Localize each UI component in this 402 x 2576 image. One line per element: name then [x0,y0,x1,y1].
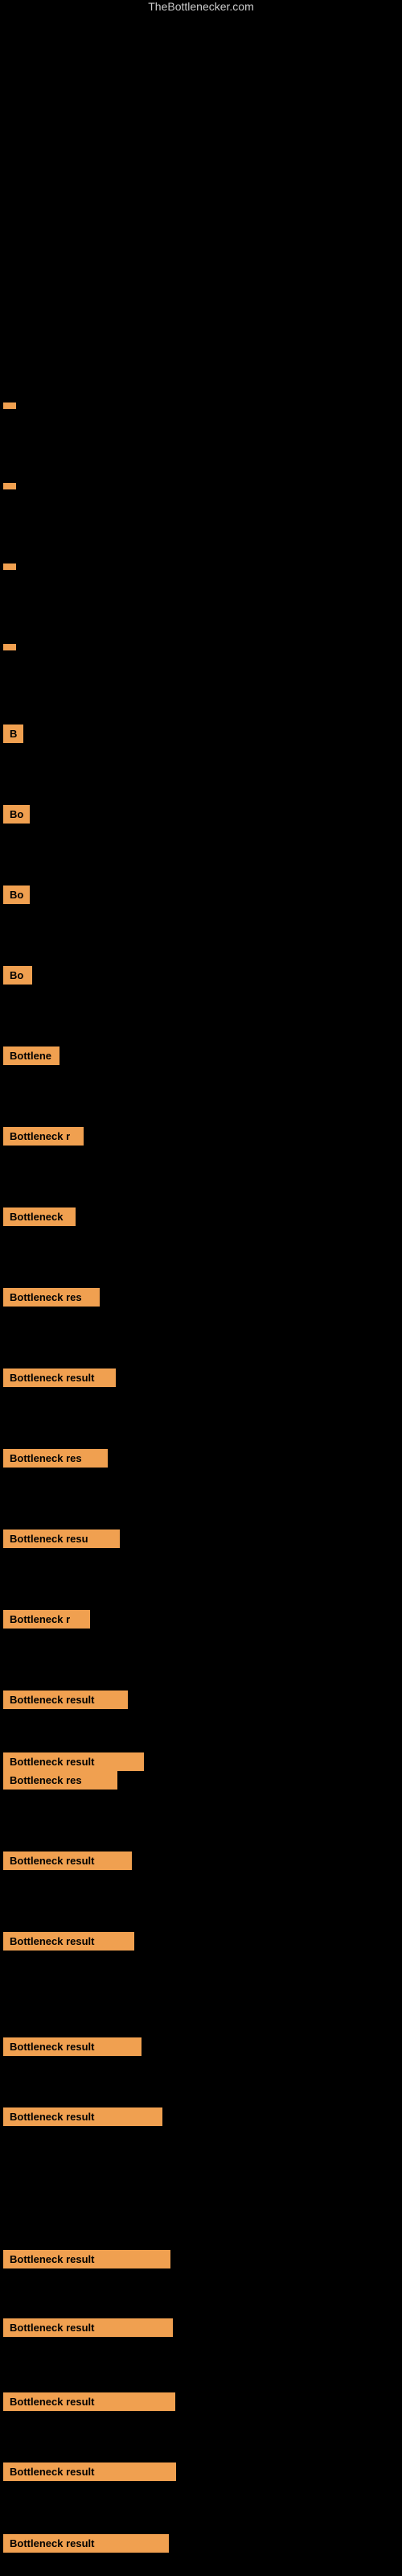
bottleneck-item-5: Bottleneck result [3,2318,173,2337]
bottleneck-item-4: Bottleneck result [3,2250,170,2268]
items-container: Bottleneck result Bottleneck result Bottle… [0,0,402,2576]
bottleneck-item-8: Bottleneck result [3,2534,169,2553]
bottleneck-item-1: Bottleneck result [3,1752,144,1771]
bottleneck-item-6: Bottleneck result [3,2392,175,2411]
bottleneck-item-3: Bottleneck result [3,2107,162,2126]
bottleneck-item-2: Bottleneck result [3,2037,142,2056]
bottleneck-item-7: Bottleneck result [3,2462,176,2481]
